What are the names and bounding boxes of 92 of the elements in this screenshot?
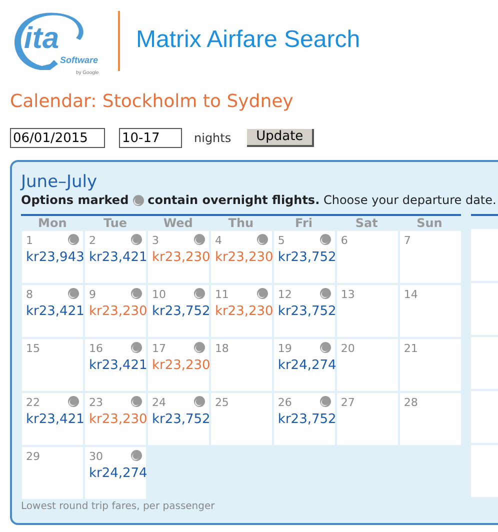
day-cell[interactable]: 14	[400, 285, 461, 337]
day-cell[interactable]: 15	[22, 339, 83, 391]
day-number: 21	[404, 342, 419, 355]
nights-field[interactable]: 10-17	[119, 128, 182, 148]
update-button[interactable]: Update	[247, 129, 314, 147]
month-title: June–July	[21, 172, 98, 192]
day-number: 11	[214, 288, 230, 301]
day-number: 2	[88, 234, 97, 247]
day-number: 28	[404, 396, 419, 409]
day-cell[interactable]: 12 kr23,752	[274, 285, 335, 337]
day-number: 9	[88, 288, 97, 301]
note-text: contain overnight flights. Choose your departure date.	[148, 192, 496, 208]
day-number: 14	[404, 288, 419, 301]
day-number: 15	[26, 342, 41, 355]
note-text: Options marked	[21, 192, 129, 208]
day-number: 25	[214, 396, 230, 409]
day-number: 19	[278, 342, 293, 355]
day-number: 5	[278, 234, 286, 247]
fare-link[interactable]: kr23,752	[278, 250, 335, 266]
day-cell[interactable]: 7	[400, 231, 461, 283]
fare-link[interactable]: kr24,274	[278, 358, 335, 374]
fare-link[interactable]: kr23,752	[278, 412, 335, 428]
day-number: 7	[404, 234, 412, 247]
day-number: 4	[214, 234, 223, 247]
day-cell[interactable]: 30 kr24,274	[84, 447, 146, 499]
app-title: Matrix Airfare Search	[136, 25, 360, 55]
day-number: 30	[88, 450, 104, 463]
day-number: 10	[152, 288, 167, 301]
weekday-header: Tue	[102, 216, 128, 230]
fare-link[interactable]: kr23,752	[278, 304, 335, 320]
day-cell[interactable]: 11 kr23,230	[210, 285, 272, 337]
logo-mark: ita	[24, 22, 60, 55]
day-number: 3	[152, 234, 160, 247]
day-cell[interactable]: 10 kr23,752	[148, 285, 209, 337]
day-number: 23	[88, 396, 104, 409]
fare-link[interactable]: kr23,943	[26, 250, 83, 266]
weekday-header: Sun	[416, 216, 444, 230]
fare-link[interactable]: kr23,752	[152, 304, 209, 320]
fare-link[interactable]: kr24,274	[88, 466, 146, 482]
logo-software: Software	[60, 55, 98, 65]
day-number: 8	[26, 288, 34, 301]
day-cell[interactable]: 19 kr24,274	[274, 339, 335, 391]
day-cell[interactable]: 9 kr23,230	[84, 285, 146, 337]
fare-link[interactable]: kr23,421	[26, 412, 83, 428]
footnote: Lowest round trip fares, per passenger	[21, 501, 216, 513]
day-number: 22	[26, 396, 41, 409]
day-cell[interactable]: 21	[400, 339, 461, 391]
day-number: 20	[340, 342, 356, 355]
day-cell[interactable]: 23 kr23,230	[84, 393, 146, 445]
day-cell[interactable]: 20	[336, 339, 398, 391]
day-cell[interactable]: 17 kr23,230	[148, 339, 209, 391]
weekday-header: Mon	[37, 216, 68, 230]
day-cell[interactable]: 1 kr23,943	[22, 231, 83, 283]
day-number: 27	[340, 396, 356, 409]
day-number: 6	[340, 234, 349, 247]
day-cell[interactable]: 6	[336, 231, 398, 283]
day-cell[interactable]: 13	[336, 285, 398, 337]
weekday-header: Fri	[294, 216, 314, 230]
day-cell[interactable]: 3 kr23,230	[148, 231, 209, 283]
fare-link[interactable]: kr23,421	[88, 358, 146, 374]
day-cell[interactable]: 26 kr23,752	[274, 393, 335, 445]
day-cell[interactable]: 22 kr23,421	[22, 393, 83, 445]
day-cell[interactable]: 8 kr23,421	[22, 285, 83, 337]
day-cell[interactable]: 27	[336, 393, 398, 445]
day-number: 17	[152, 342, 167, 355]
fare-link[interactable]: kr23,752	[152, 412, 209, 428]
day-number: 24	[152, 396, 167, 409]
day-number: 18	[214, 342, 230, 355]
weekday-header: Thu	[227, 216, 255, 230]
day-cell[interactable]: 24 kr23,752	[148, 393, 209, 445]
fare-link[interactable]: kr23,421	[26, 304, 83, 320]
day-cell[interactable]: 2 kr23,421	[84, 231, 146, 283]
day-number: 29	[26, 450, 41, 463]
day-cell[interactable]: 25	[210, 393, 272, 445]
page-heading: Calendar: Stockholm to Sydney	[9, 90, 294, 114]
day-number: 12	[278, 288, 293, 301]
day-number: 1	[26, 234, 34, 247]
day-cell[interactable]: 18	[210, 339, 272, 391]
day-cell[interactable]: 29	[22, 447, 83, 499]
nights-label: nights	[194, 130, 232, 147]
day-cell[interactable]: 5 kr23,752	[274, 231, 335, 283]
day-number: 16	[88, 342, 104, 355]
overnight-icon	[132, 194, 144, 206]
day-number: 26	[278, 396, 293, 409]
weekday-header: Wed	[162, 216, 194, 230]
date-field[interactable]: 06/01/2015	[10, 128, 105, 148]
day-cell[interactable]: 4 kr23,230	[210, 231, 272, 283]
weekday-header: Sat	[354, 216, 379, 230]
fare-link[interactable]: kr23,421	[88, 250, 146, 266]
day-cell[interactable]: 16 kr23,421	[84, 339, 146, 391]
day-number: 13	[340, 288, 356, 301]
day-cell[interactable]: 28	[400, 393, 461, 445]
